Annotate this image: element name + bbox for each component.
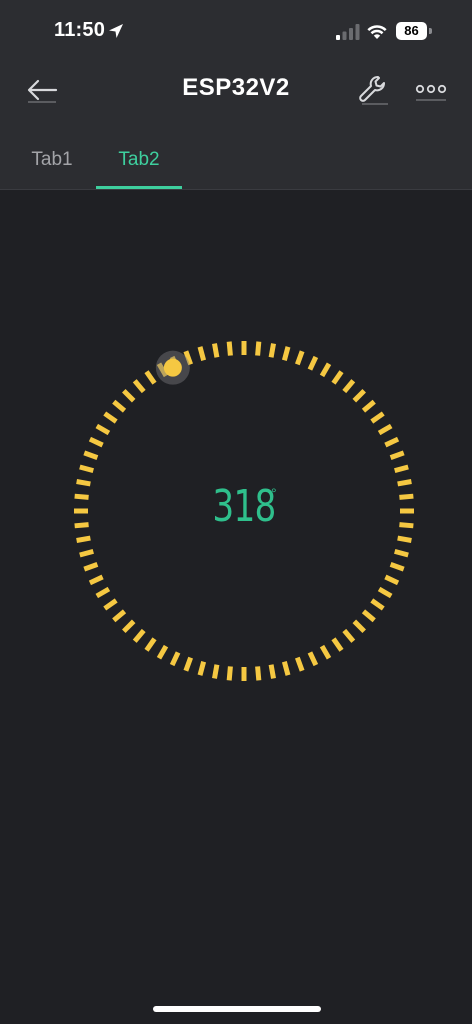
gauge-tick <box>132 379 146 394</box>
gauge-tick <box>183 656 193 672</box>
tab-tab1[interactable]: Tab1 <box>18 128 86 190</box>
gauge-tick <box>83 450 99 460</box>
gauge-tick <box>342 628 356 643</box>
gauge-tick <box>361 609 376 623</box>
gauge-tick <box>307 651 319 667</box>
wrench-icon <box>359 76 388 105</box>
gauge-tick <box>212 664 220 679</box>
gauge-tick <box>79 548 94 558</box>
home-indicator[interactable] <box>153 1006 321 1012</box>
gauge-tick <box>122 389 136 403</box>
gauge-tick <box>342 379 356 394</box>
gauge-tick <box>132 628 146 643</box>
radial-gauge-widget[interactable]: 318 ° <box>66 333 422 689</box>
gauge-tick <box>79 464 94 474</box>
gauge-tick <box>112 399 127 413</box>
gauge-tick <box>394 548 409 558</box>
status-bar: 11:50 86 <box>0 0 472 62</box>
gauge-tick <box>377 423 393 436</box>
gauge-tick <box>122 619 136 633</box>
battery-cap <box>429 28 432 34</box>
gauge-tick <box>255 666 262 681</box>
settings-button[interactable] <box>356 72 392 108</box>
active-tab-indicator <box>96 186 182 189</box>
gauge-tick <box>295 656 305 672</box>
gauge-tick <box>295 350 305 366</box>
gauge-tick <box>74 493 89 500</box>
battery-level: 86 <box>396 22 427 40</box>
gauge-tick <box>76 535 91 543</box>
gauge-tick <box>88 436 104 448</box>
more-button[interactable] <box>414 76 448 104</box>
tab-bar: Tab1 Tab2 <box>0 128 472 190</box>
gauge-tick <box>255 341 262 356</box>
gauge-tick <box>281 661 291 676</box>
gauge-tick <box>352 619 366 633</box>
gauge-tick <box>268 664 276 679</box>
gauge-tick <box>331 637 344 652</box>
gauge-tick <box>370 598 385 611</box>
gauge-tick <box>83 562 99 572</box>
gauge-tick <box>384 574 400 586</box>
status-time: 11:50 <box>54 19 106 41</box>
gauge-tick <box>112 609 127 623</box>
gauge-tick <box>76 479 91 487</box>
header-area: 11:50 86 ESP32V2 Tab1 Tab2 <box>0 0 472 190</box>
gauge-tick <box>226 341 233 356</box>
gauge-tick <box>144 370 157 385</box>
gauge-tick <box>95 586 111 599</box>
gauge-tick <box>397 535 412 543</box>
gauge-tick <box>389 450 405 460</box>
gauge-unit: ° <box>271 485 277 501</box>
gauge-tick <box>394 464 409 474</box>
gauge-tick <box>144 637 157 652</box>
gauge-tick <box>169 651 181 667</box>
page-title: ESP32V2 <box>182 74 290 101</box>
gauge-tick <box>361 399 376 413</box>
gauge-tick <box>281 346 291 361</box>
gauge-tick <box>370 411 385 424</box>
gauge-tick <box>197 661 207 676</box>
tab-tab2[interactable]: Tab2 <box>96 128 182 190</box>
gauge-tick <box>352 389 366 403</box>
gauge-tick <box>331 370 344 385</box>
gauge-tick <box>88 574 104 586</box>
battery-icon: 86 <box>396 22 432 40</box>
gauge-tick <box>389 562 405 572</box>
wifi-icon <box>367 25 387 39</box>
gauge-tick <box>103 411 118 424</box>
gauge-value: 318 <box>212 481 276 532</box>
more-dots-icon <box>415 84 447 101</box>
gauge-tick <box>397 479 412 487</box>
gauge-tick <box>319 644 332 660</box>
gauge-tick <box>319 362 332 378</box>
gauge-tick <box>197 346 207 361</box>
gauge-tick <box>307 355 319 371</box>
nav-bar: ESP32V2 <box>0 62 472 118</box>
gauge-tick <box>103 598 118 611</box>
gauge-tick <box>384 436 400 448</box>
cellular-signal-icon <box>336 24 360 40</box>
gauge-tick <box>268 343 276 358</box>
gauge-tick <box>377 586 393 599</box>
gauge-tick <box>95 423 111 436</box>
gauge-handle[interactable] <box>163 358 182 377</box>
gauge-tick <box>156 644 169 660</box>
location-arrow-icon <box>109 24 123 38</box>
app-screen: 11:50 86 ESP32V2 Tab1 Tab2 318 ° <box>0 0 472 1024</box>
gauge-tick <box>226 666 233 681</box>
gauge-tick <box>399 522 414 529</box>
gauge-tick <box>212 343 220 358</box>
gauge-tick <box>399 493 414 500</box>
gauge-tick <box>74 522 89 529</box>
